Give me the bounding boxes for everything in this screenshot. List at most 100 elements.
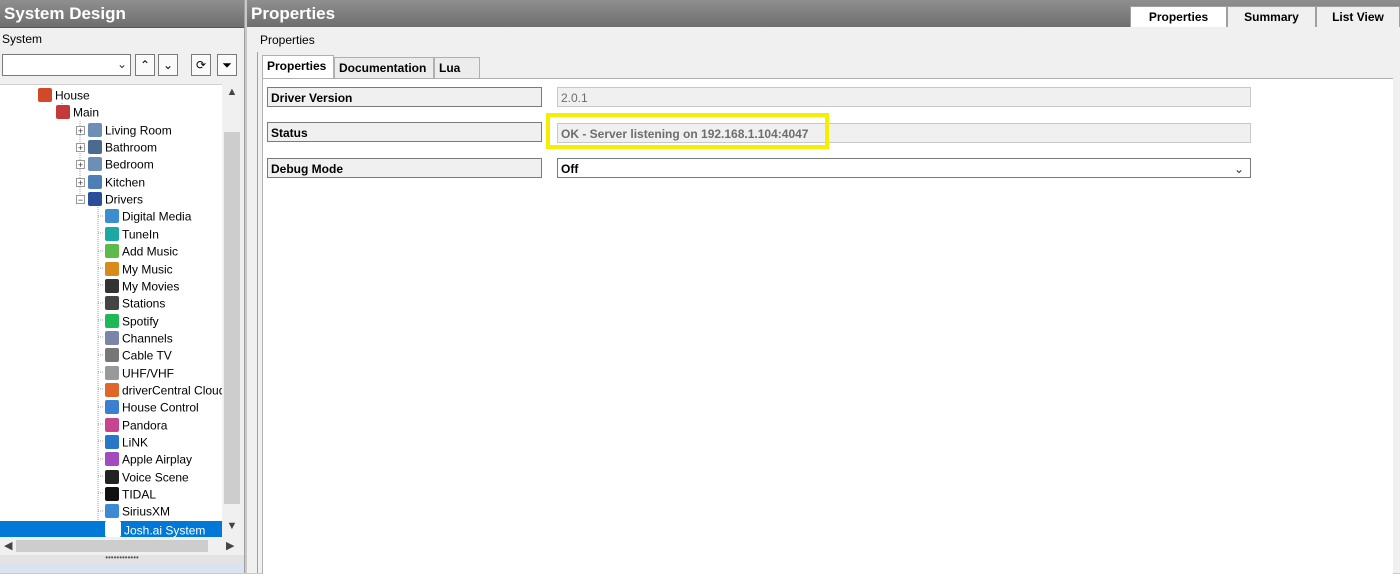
tree-expander[interactable]: + xyxy=(76,160,85,170)
tree-item-label: House Control xyxy=(122,400,199,415)
tree-item[interactable]: My Movies xyxy=(105,278,179,295)
tree-item[interactable]: Channels xyxy=(105,330,173,347)
pandora-icon xyxy=(105,417,119,432)
debug-mode-value: Off xyxy=(561,162,579,176)
tree-item-label: Bedroom xyxy=(105,157,154,172)
tree-item-label: Drivers xyxy=(105,192,143,207)
tree-item-label: Kitchen xyxy=(105,175,146,190)
building-icon xyxy=(56,105,70,120)
tree-expander[interactable]: + xyxy=(76,143,85,153)
tree-item[interactable]: Drivers xyxy=(88,191,143,208)
movies-icon xyxy=(105,278,119,293)
cable-icon xyxy=(105,348,119,363)
scroll-up-icon[interactable]: ▲ xyxy=(222,86,242,102)
tree-item[interactable]: My Music xyxy=(105,261,173,278)
tree-item[interactable]: Kitchen xyxy=(88,174,145,191)
tab-lua[interactable]: Lua xyxy=(434,57,480,78)
scrollbar-thumb[interactable] xyxy=(16,540,208,552)
tree-item-label: TIDAL xyxy=(122,487,157,502)
refresh-button[interactable]: ⟳ xyxy=(191,54,211,76)
mymusic-icon xyxy=(105,261,119,276)
tree-item[interactable]: Pandora xyxy=(105,417,167,434)
refresh-icon: ⟳ xyxy=(195,58,207,72)
tree-item[interactable]: Living Room xyxy=(88,122,172,139)
scrollbar-thumb[interactable] xyxy=(224,132,240,504)
breadcrumb: Properties xyxy=(260,33,315,47)
tree-item[interactable]: Cable TV xyxy=(105,347,172,364)
status-label: Status xyxy=(267,122,542,142)
status-highlight-box xyxy=(546,113,829,149)
tree-item[interactable]: TuneIn xyxy=(105,226,159,243)
filter-button[interactable]: ⏷ xyxy=(217,54,237,76)
move-down-button[interactable]: ⌄ xyxy=(158,54,178,76)
tree-item-label: Spotify xyxy=(122,313,159,328)
tree-item[interactable]: driverCentral Cloud xyxy=(105,382,222,399)
system-design-panel: System Design System ⌄ ⌃ ⌄ ⟳ ⏷ House Mai… xyxy=(0,0,245,573)
view-combo[interactable]: ⌄ xyxy=(2,54,131,76)
splitter-grip[interactable]: •••••••••••• xyxy=(0,554,244,563)
media-icon xyxy=(105,209,119,224)
tab-properties[interactable]: Properties xyxy=(1130,6,1227,27)
tree-item[interactable]: Stations xyxy=(105,295,165,312)
scroll-right-icon[interactable]: ▶ xyxy=(226,539,234,552)
tree-item[interactable]: SiriusXM xyxy=(105,503,170,520)
tree-item-label: driverCentral Cloud xyxy=(122,383,222,398)
debug-mode-select[interactable]: Off ⌄ xyxy=(557,158,1251,178)
spotify-icon xyxy=(105,313,119,328)
tree-item-label: Add Music xyxy=(122,244,179,259)
scroll-down-icon[interactable]: ▼ xyxy=(222,520,242,536)
room-icon xyxy=(88,140,102,155)
airplay-icon xyxy=(105,452,119,467)
tree-item[interactable]: Digital Media xyxy=(105,208,191,225)
tree-item-label: Cable TV xyxy=(122,348,172,363)
tab-list-view[interactable]: List View xyxy=(1316,6,1400,27)
tree-expander[interactable]: + xyxy=(76,177,85,187)
scroll-left-icon[interactable]: ◀ xyxy=(4,539,12,552)
filter-icon: ⏷ xyxy=(222,58,232,72)
music-icon xyxy=(105,244,119,259)
tree-item-label: Living Room xyxy=(105,123,172,138)
tree-item[interactable]: Bathroom xyxy=(88,139,157,156)
link-icon xyxy=(105,435,119,449)
tree-item[interactable]: UHF/VHF xyxy=(105,365,174,382)
panel-subtitle: System xyxy=(0,28,244,50)
tree-item-label: TuneIn xyxy=(122,227,159,242)
tree-item[interactable]: Apple Airplay xyxy=(105,451,192,468)
tree-item[interactable]: House Control xyxy=(105,399,199,416)
tree-item[interactable]: Josh.ai System xyxy=(0,520,222,537)
channels-icon xyxy=(105,330,119,345)
tab-documentation[interactable]: Documentation xyxy=(334,57,434,78)
tree-item-label: Bathroom xyxy=(105,140,158,155)
tab-summary[interactable]: Summary xyxy=(1227,6,1316,27)
tree-item[interactable]: Spotify xyxy=(105,313,159,330)
housecontrol-icon xyxy=(105,400,119,415)
tree-vertical-scrollbar[interactable]: ▲ ▼ xyxy=(222,84,242,536)
system-tree[interactable]: −House−Main+Living Room+Bathroom+Bedroom… xyxy=(0,84,222,537)
tree-item-label: My Movies xyxy=(122,279,180,294)
tidal-icon xyxy=(105,487,119,502)
microphone-icon xyxy=(105,469,119,484)
debug-mode-label: Debug Mode xyxy=(267,158,542,178)
tree-expander[interactable]: + xyxy=(76,125,85,135)
tree-item[interactable]: Voice Scene xyxy=(105,469,189,486)
house-icon xyxy=(38,88,52,102)
tree-item-label: SiriusXM xyxy=(122,504,171,519)
chevron-up-icon: ⌃ xyxy=(139,58,151,72)
tree-item-label: Apple Airplay xyxy=(122,452,193,467)
chevron-down-icon: ⌄ xyxy=(1233,162,1244,176)
room-icon xyxy=(88,122,102,137)
properties-title: Properties xyxy=(251,4,336,23)
move-up-button[interactable]: ⌃ xyxy=(135,54,155,76)
tree-item[interactable]: TIDAL xyxy=(105,486,156,503)
tree-item[interactable]: House xyxy=(38,87,90,104)
tree-item-label: Pandora xyxy=(122,417,168,432)
stations-icon xyxy=(105,296,119,311)
tree-item[interactable]: Add Music xyxy=(105,243,178,260)
tab-inner-properties[interactable]: Properties xyxy=(262,55,334,78)
tree-item[interactable]: Main xyxy=(56,104,99,121)
chevron-down-icon: ⌄ xyxy=(162,58,174,72)
room-icon xyxy=(88,174,102,189)
tree-expander[interactable]: − xyxy=(76,195,85,205)
tree-item[interactable]: LiNK xyxy=(105,434,148,451)
tree-item[interactable]: Bedroom xyxy=(88,156,154,173)
